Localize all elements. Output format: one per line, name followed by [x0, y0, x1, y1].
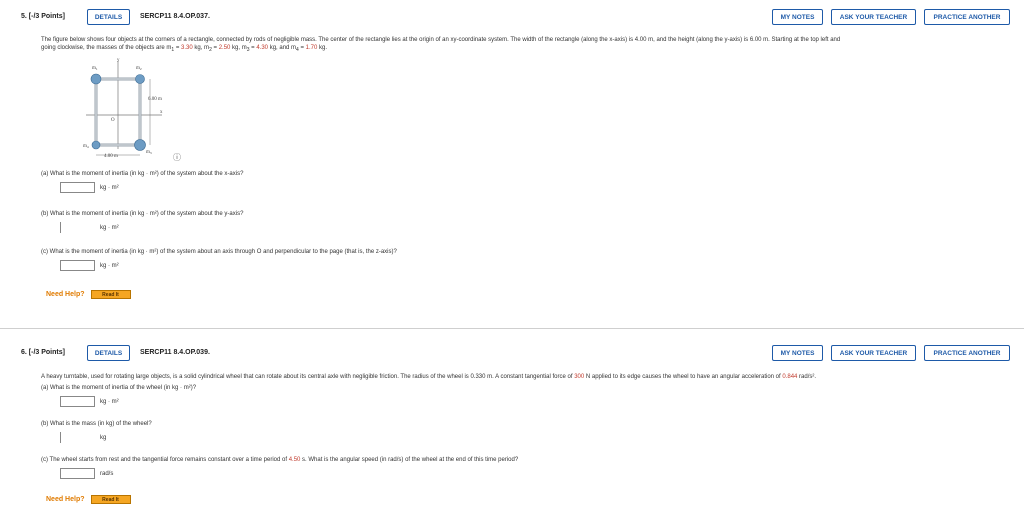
details-button[interactable]: DETAILS	[87, 345, 130, 361]
intro-line-1: The figure below shows four objects at t…	[41, 37, 841, 43]
part-c-answer-row: rad/s	[60, 468, 113, 479]
part-a-unit: kg · m²	[100, 398, 119, 405]
rectangle-figure: 6.00 m 4.00 m m1 m2 m3 m4 y x O	[80, 55, 200, 165]
x-axis-label: x	[160, 110, 163, 115]
my-notes-button[interactable]: MY NOTES	[772, 345, 823, 361]
part-c-input[interactable]	[60, 260, 95, 271]
part-a-answer-row: kg · m²	[60, 182, 119, 193]
part-c-question: (c) What is the moment of inertia (in kg…	[41, 249, 397, 255]
part-a-input[interactable]	[60, 182, 95, 193]
mass-3	[134, 139, 146, 151]
problem-header: 5. [-/3 Points] DETAILS SERCP11 8.4.OP.0…	[0, 9, 1024, 25]
part-c-answer-row: kg · m²	[60, 260, 119, 271]
mass-4	[91, 140, 101, 150]
figure-svg: 6.00 m 4.00 m m1 m2 m3 m4 y x O	[83, 58, 163, 159]
part-b-input[interactable]	[60, 432, 95, 443]
part-a-question: (a) What is the moment of inertia of the…	[41, 385, 197, 391]
part-b-question: (b) What is the moment of inertia (in kg…	[41, 211, 244, 217]
force-value: 300	[574, 374, 585, 380]
m3-value: 4.30	[256, 45, 269, 51]
problem-divider	[0, 328, 1024, 329]
part-b-unit: kg · m²	[100, 224, 119, 231]
ask-teacher-button[interactable]: ASK YOUR TEACHER	[831, 345, 916, 361]
info-icon[interactable]: ⓘ	[173, 152, 181, 163]
y-axis-label: y	[117, 58, 120, 63]
problem-6: 6. [-/3 Points] DETAILS SERCP11 8.4.OP.0…	[0, 341, 1024, 524]
m2-label: m2	[136, 66, 142, 71]
practice-another-button[interactable]: PRACTICE ANOTHER	[924, 9, 1010, 25]
time-value: 4.50	[288, 457, 301, 463]
problem-intro: The figure below shows four objects at t…	[41, 36, 1001, 54]
practice-another-button[interactable]: PRACTICE ANOTHER	[924, 345, 1010, 361]
m1-label: m1	[92, 66, 98, 71]
read-it-button[interactable]: Read It	[90, 290, 131, 299]
m4-label: m4	[83, 144, 89, 149]
part-c-unit: rad/s	[100, 470, 114, 477]
width-label: 4.00 m	[104, 154, 118, 159]
part-a-question: (a) What is the moment of inertia (in kg…	[41, 171, 244, 177]
problem-5: 5. [-/3 Points] DETAILS SERCP11 8.4.OP.0…	[0, 0, 1024, 316]
question-number: 6. [-/3 Points]	[21, 349, 65, 356]
problem-code: SERCP11 8.4.OP.037.	[140, 13, 210, 20]
need-help-row: Need Help? Read It	[46, 495, 131, 504]
part-b-answer-row: kg · m²	[60, 222, 119, 233]
question-number: 5. [-/3 Points]	[21, 13, 65, 20]
part-b-unit: kg	[100, 434, 107, 441]
part-b-question: (b) What is the mass (in kg) of the whee…	[41, 421, 152, 427]
my-notes-button[interactable]: MY NOTES	[772, 9, 823, 25]
m3-label: m3	[146, 150, 152, 155]
part-b-answer-row: kg	[60, 432, 106, 443]
read-it-button[interactable]: Read It	[90, 495, 131, 504]
part-a-input[interactable]	[60, 396, 95, 407]
part-a-unit: kg · m²	[100, 184, 119, 191]
need-help-label: Need Help?	[46, 496, 85, 503]
problem-intro: A heavy turntable, used for rotating lar…	[41, 374, 817, 380]
part-c-question: (c) The wheel starts from rest and the t…	[41, 457, 519, 463]
part-b-input[interactable]	[60, 222, 95, 233]
m4-value: 1.70	[305, 45, 318, 51]
accel-value: 0.844	[782, 374, 798, 380]
problem-header: 6. [-/3 Points] DETAILS SERCP11 8.4.OP.0…	[0, 345, 1024, 361]
part-a-answer-row: kg · m²	[60, 396, 119, 407]
part-c-unit: kg · m²	[100, 262, 119, 269]
details-button[interactable]: DETAILS	[87, 9, 130, 25]
m1-value: 3.30	[181, 45, 193, 51]
intro-line-2: going clockwise, the masses of the objec…	[41, 45, 328, 54]
height-label: 6.00 m	[148, 97, 162, 102]
need-help-label: Need Help?	[46, 291, 85, 298]
m2-value: 2.50	[218, 45, 231, 51]
mass-2	[135, 74, 145, 84]
ask-teacher-button[interactable]: ASK YOUR TEACHER	[831, 9, 916, 25]
need-help-row: Need Help? Read It	[46, 290, 131, 299]
part-c-input[interactable]	[60, 468, 95, 479]
problem-code: SERCP11 8.4.OP.039.	[140, 349, 210, 356]
mass-1	[90, 73, 102, 85]
origin-label: O	[111, 118, 115, 123]
